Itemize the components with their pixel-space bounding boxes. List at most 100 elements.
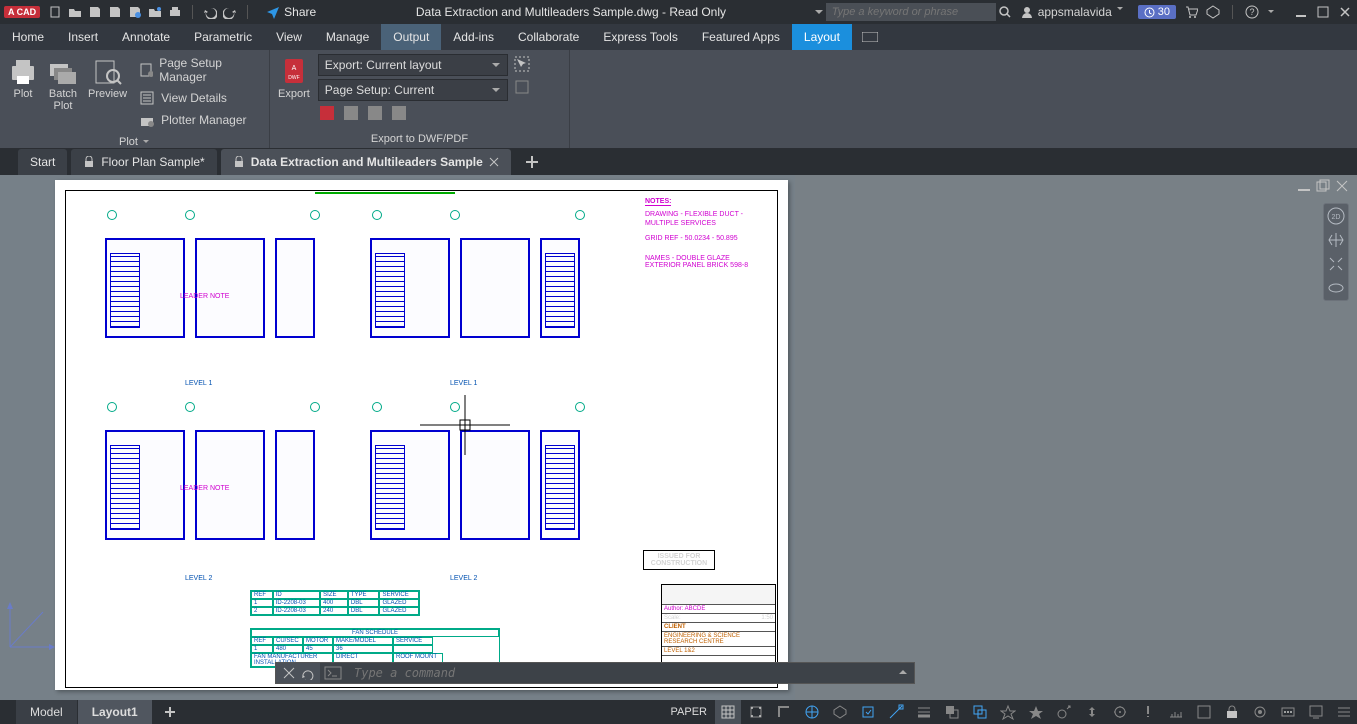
- command-line[interactable]: [275, 662, 915, 684]
- command-history-toggle[interactable]: [892, 666, 914, 680]
- isolate-objects[interactable]: [1247, 700, 1273, 724]
- search-icon[interactable]: [998, 5, 1012, 19]
- undo-icon[interactable]: [203, 5, 217, 19]
- navigation-bar[interactable]: 2D: [1323, 203, 1349, 301]
- export-dwfx-icon[interactable]: [318, 104, 336, 122]
- drawing-area[interactable]: 2D LEADER NOTE LEVEL 1: [0, 175, 1357, 700]
- export-options-icon[interactable]: [514, 78, 530, 94]
- search-input[interactable]: [826, 3, 996, 21]
- lineweight-toggle[interactable]: [911, 700, 937, 724]
- maximize-icon[interactable]: [1317, 6, 1329, 18]
- transparency-toggle[interactable]: [939, 700, 965, 724]
- polar-toggle[interactable]: [799, 700, 825, 724]
- paper-model-toggle[interactable]: PAPER: [665, 706, 713, 718]
- saveas-icon[interactable]: [108, 5, 122, 19]
- open-icon[interactable]: [68, 5, 82, 19]
- restore-icon[interactable]: [1316, 179, 1330, 193]
- command-input[interactable]: [346, 666, 892, 680]
- recent-commands-icon[interactable]: [300, 666, 314, 680]
- new-drawing-tab[interactable]: [515, 149, 549, 175]
- tab-output[interactable]: Output: [381, 24, 441, 50]
- layout-tabs: Model Layout1: [16, 700, 187, 724]
- plus-icon: [525, 155, 539, 169]
- tab-manage[interactable]: Manage: [314, 24, 381, 50]
- saveweb-icon[interactable]: [128, 5, 142, 19]
- search-dropdown-icon[interactable]: [814, 7, 824, 17]
- close-icon[interactable]: [489, 157, 499, 167]
- lock-ui[interactable]: [1219, 700, 1245, 724]
- plot-icon[interactable]: [168, 5, 182, 19]
- chevron-down-icon[interactable]: [1267, 5, 1281, 19]
- layout1-tab[interactable]: Layout1: [78, 700, 153, 724]
- export-layout-dropdown[interactable]: Export: Current layout: [318, 54, 508, 76]
- ortho-toggle[interactable]: [771, 700, 797, 724]
- focus-panel-button[interactable]: [852, 24, 888, 50]
- page-setup-dropdown[interactable]: Page Setup: Current: [318, 79, 508, 101]
- scale-list[interactable]: [1079, 700, 1105, 724]
- save-icon[interactable]: [88, 5, 102, 19]
- notes-title: NOTES:: [645, 198, 671, 206]
- units-toggle[interactable]: [1163, 700, 1189, 724]
- tab-expresstools[interactable]: Express Tools: [591, 24, 689, 50]
- zoom-extents-icon[interactable]: [1327, 255, 1345, 273]
- minimize-icon[interactable]: [1297, 179, 1311, 193]
- share-button[interactable]: Share: [266, 5, 316, 19]
- viewcube-icon[interactable]: 2D: [1327, 207, 1345, 225]
- annotation-autoscale[interactable]: [1051, 700, 1077, 724]
- export-pdf-icon[interactable]: [342, 104, 360, 122]
- selection-cycling-toggle[interactable]: [967, 700, 993, 724]
- snap-toggle[interactable]: [743, 700, 769, 724]
- tab-annotate[interactable]: Annotate: [110, 24, 182, 50]
- pan-icon[interactable]: [1327, 231, 1345, 249]
- select-window-icon[interactable]: [514, 56, 530, 72]
- redo-icon[interactable]: [223, 5, 237, 19]
- tab-view[interactable]: View: [264, 24, 314, 50]
- annotation-monitor[interactable]: [1135, 700, 1161, 724]
- filetab-floor-plan[interactable]: Floor Plan Sample*: [71, 149, 216, 175]
- annotation-scale[interactable]: [995, 700, 1021, 724]
- close-icon[interactable]: [1335, 179, 1349, 193]
- plotter-manager-button[interactable]: Plotter Manager: [135, 110, 263, 130]
- filetab-data-extraction[interactable]: Data Extraction and Multileaders Sample: [221, 149, 511, 175]
- quick-properties[interactable]: [1191, 700, 1217, 724]
- export-dwf-icon[interactable]: [366, 104, 384, 122]
- openweb-icon[interactable]: [148, 5, 162, 19]
- isodraft-toggle[interactable]: [827, 700, 853, 724]
- workspace-switch[interactable]: [1107, 700, 1133, 724]
- plot-button[interactable]: Plot: [6, 54, 40, 102]
- chevron-down-icon: [491, 85, 501, 95]
- close-icon[interactable]: [1339, 6, 1351, 18]
- export-button[interactable]: ADWF Export: [276, 54, 312, 102]
- cart-icon[interactable]: [1184, 5, 1198, 19]
- annotation-visibility[interactable]: [1023, 700, 1049, 724]
- filetab-start[interactable]: Start: [18, 149, 67, 175]
- export-dgn-icon[interactable]: [390, 104, 408, 122]
- clean-screen[interactable]: [1303, 700, 1329, 724]
- tab-featuredapps[interactable]: Featured Apps: [690, 24, 792, 50]
- autosnap-toggle[interactable]: [883, 700, 909, 724]
- model-tab[interactable]: Model: [16, 700, 78, 724]
- tab-collaborate[interactable]: Collaborate: [506, 24, 591, 50]
- tab-parametric[interactable]: Parametric: [182, 24, 264, 50]
- trial-badge[interactable]: 30: [1138, 5, 1176, 19]
- help-icon[interactable]: ?: [1245, 5, 1259, 19]
- app-store-icon[interactable]: [1206, 5, 1220, 19]
- user-account[interactable]: appsmalavida: [1020, 5, 1130, 19]
- tab-layout[interactable]: Layout: [792, 24, 852, 50]
- hardware-accel[interactable]: [1275, 700, 1301, 724]
- tab-addins[interactable]: Add-ins: [441, 24, 506, 50]
- page-setup-manager-button[interactable]: Page Setup Manager: [135, 54, 263, 86]
- customization-menu[interactable]: [1331, 700, 1357, 724]
- minimize-icon[interactable]: [1295, 6, 1307, 18]
- customize-icon[interactable]: [282, 666, 296, 680]
- view-details-button[interactable]: View Details: [135, 88, 263, 108]
- preview-button[interactable]: Preview: [86, 54, 129, 102]
- tab-home[interactable]: Home: [0, 24, 56, 50]
- batch-plot-button[interactable]: Batch Plot: [46, 54, 80, 114]
- grid-toggle[interactable]: [715, 700, 741, 724]
- orbit-icon[interactable]: [1327, 279, 1345, 297]
- osnap-toggle[interactable]: [855, 700, 881, 724]
- tab-insert[interactable]: Insert: [56, 24, 110, 50]
- add-layout-button[interactable]: [153, 700, 187, 724]
- new-icon[interactable]: [48, 5, 62, 19]
